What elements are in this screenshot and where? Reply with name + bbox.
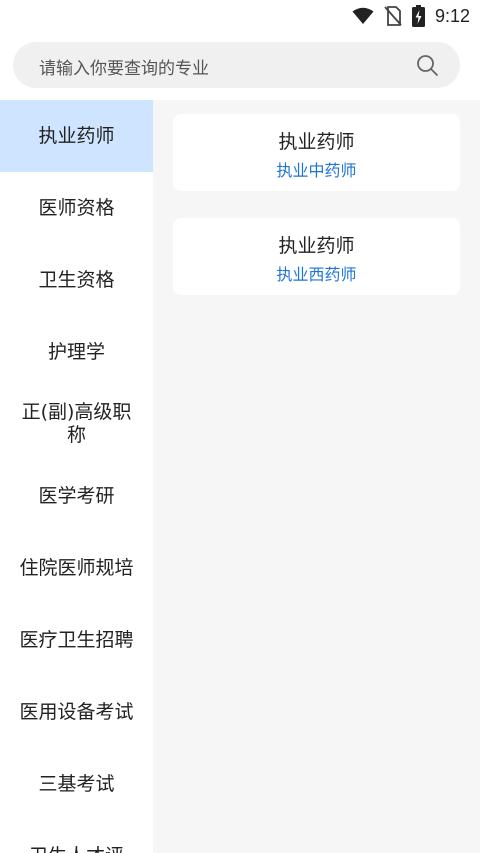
sidebar-item-yixue-kaoyan[interactable]: 医学考研 bbox=[0, 460, 153, 532]
sidebar-item-label: 三基考试 bbox=[38, 772, 115, 795]
sidebar-item-zhiye-yaoshi[interactable]: 执业药师 bbox=[0, 100, 153, 172]
status-bar: 9:12 bbox=[0, 0, 480, 32]
sidebar-item-label: 医疗卫生招聘 bbox=[19, 628, 134, 651]
wifi-icon bbox=[352, 7, 374, 24]
sidebar-item-yishi-zige[interactable]: 医师资格 bbox=[0, 172, 153, 244]
search-bar: 请输入你要查询的专业 bbox=[0, 32, 480, 100]
sidebar-item-label: 医用设备考试 bbox=[19, 700, 134, 723]
sidebar-item-rencai-ping[interactable]: 卫生人才评 bbox=[0, 820, 153, 853]
sidebar-item-label: 卫生资格 bbox=[38, 268, 115, 291]
sidebar-item-label: 卫生人才评 bbox=[29, 845, 124, 853]
sidebar-item-gaoji-zhicheng[interactable]: 正(副)高级职称 bbox=[0, 388, 153, 460]
search-placeholder: 请输入你要查询的专业 bbox=[39, 59, 209, 79]
subcategory-card[interactable]: 执业药师 执业西药师 bbox=[173, 218, 460, 295]
search-icon[interactable] bbox=[416, 54, 438, 76]
sidebar-item-shebei-kaoshi[interactable]: 医用设备考试 bbox=[0, 676, 153, 748]
sidebar-item-label: 医学考研 bbox=[38, 484, 115, 507]
sidebar-item-zhuyuan-guipei[interactable]: 住院医师规培 bbox=[0, 532, 153, 604]
sidebar-item-label: 正(副)高级职称 bbox=[21, 401, 132, 446]
sidebar-item-label: 执业药师 bbox=[38, 124, 115, 147]
no-sim-icon bbox=[384, 6, 402, 26]
status-time: 9:12 bbox=[434, 5, 470, 26]
sidebar-item-weisheng-zhaopin[interactable]: 医疗卫生招聘 bbox=[0, 604, 153, 676]
card-title: 执业药师 bbox=[278, 131, 355, 153]
card-subtitle-link[interactable]: 执业中药师 bbox=[173, 157, 460, 181]
main-area: 执业药师 医师资格 卫生资格 护理学 正(副)高级职称 医学考研 住院医师规培 … bbox=[0, 100, 480, 853]
sidebar-item-label: 住院医师规培 bbox=[19, 556, 134, 579]
subcategory-card[interactable]: 执业药师 执业中药师 bbox=[173, 114, 460, 191]
sidebar-item-hulixue[interactable]: 护理学 bbox=[0, 316, 153, 388]
battery-charging-icon bbox=[411, 5, 425, 27]
sidebar-item-label: 医师资格 bbox=[38, 196, 115, 219]
status-icons: 9:12 bbox=[352, 4, 470, 28]
sidebar-item-label: 护理学 bbox=[47, 340, 105, 363]
search-input[interactable]: 请输入你要查询的专业 bbox=[13, 42, 460, 88]
card-subtitle-link[interactable]: 执业西药师 bbox=[173, 261, 460, 285]
card-title: 执业药师 bbox=[278, 235, 355, 257]
sidebar-item-sanji-kaoshi[interactable]: 三基考试 bbox=[0, 748, 153, 820]
subcategory-panel: 执业药师 执业中药师 执业药师 执业西药师 bbox=[153, 100, 480, 853]
sidebar-item-weisheng-zige[interactable]: 卫生资格 bbox=[0, 244, 153, 316]
category-sidebar: 执业药师 医师资格 卫生资格 护理学 正(副)高级职称 医学考研 住院医师规培 … bbox=[0, 100, 153, 853]
